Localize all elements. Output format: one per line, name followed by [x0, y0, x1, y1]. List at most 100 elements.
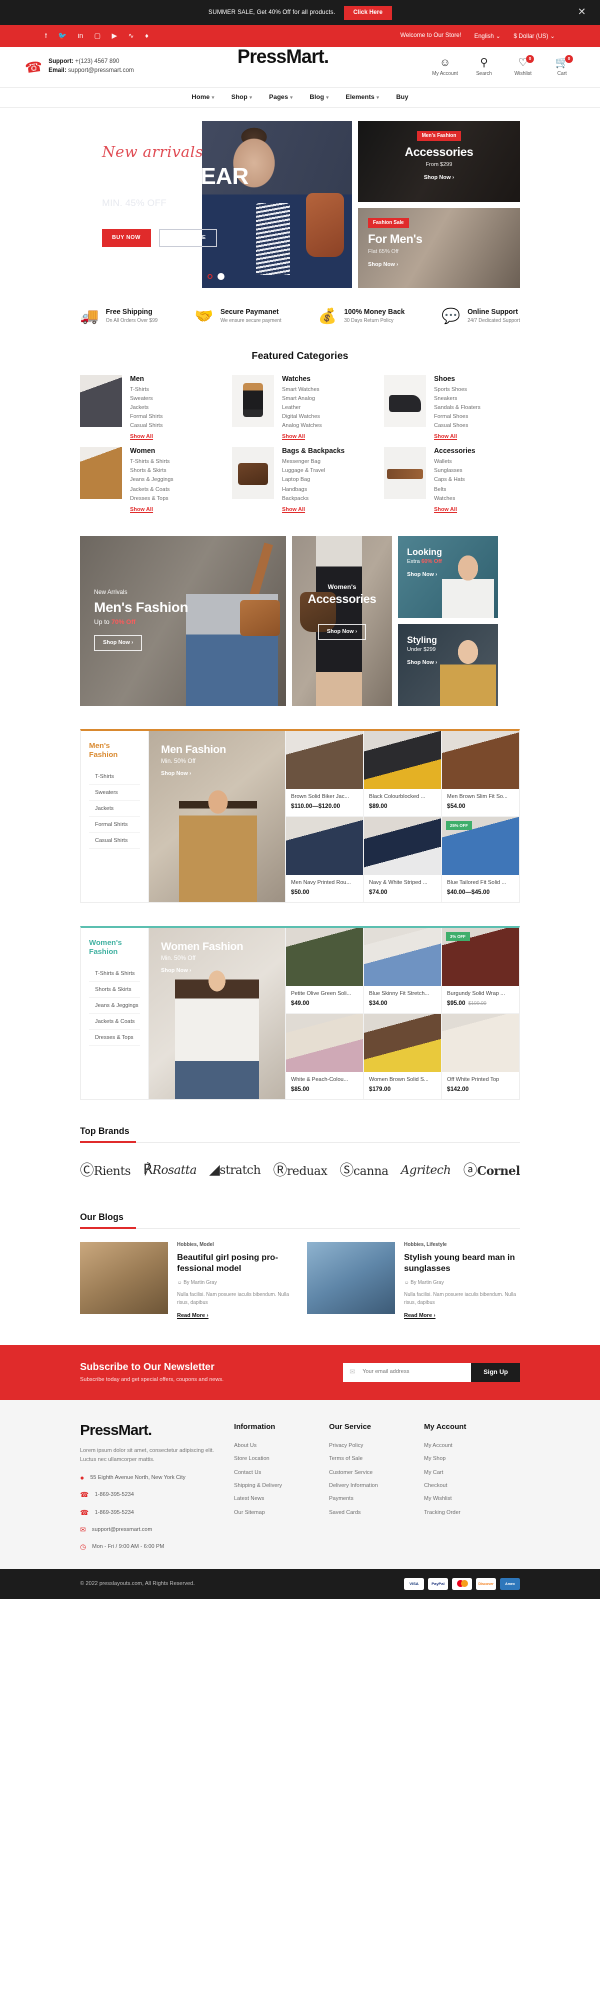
product-card[interactable]: Blue Skinny Fit Stretch... $34.00: [363, 927, 441, 1014]
tab-jeans-jeggings[interactable]: Jeans & Jeggings: [89, 998, 140, 1015]
tab-dresses-tops[interactable]: Dresses & Tops: [89, 1030, 140, 1047]
promo-mens-fashion[interactable]: New Arrivals Men's Fashion Up to 70% Off…: [80, 535, 286, 706]
blog-read-more-link[interactable]: Read More ›: [404, 1313, 520, 1319]
my-account-button[interactable]: ☺ My Account: [432, 57, 458, 77]
read-more-button[interactable]: READ MORE: [158, 229, 217, 247]
category-card-watches[interactable]: Watches Smart Watches Smart Analog Leath…: [232, 375, 368, 440]
show-all-link[interactable]: Show All: [282, 507, 345, 513]
product-card[interactable]: White & Peach-Colou... $85.00: [285, 1013, 363, 1099]
show-all-link[interactable]: Show All: [282, 434, 322, 440]
hero-side-card-accessories[interactable]: Men's Fashion Accessories From $299 Shop…: [358, 121, 520, 202]
side-card-sub: Flat 65% Off: [368, 248, 399, 255]
nav-item-home[interactable]: Home ▾: [192, 94, 215, 101]
tab-tshirts[interactable]: T-Shirts: [89, 769, 140, 786]
tab-shorts-skirts[interactable]: Shorts & Skirts: [89, 982, 140, 999]
newsletter-signup-button[interactable]: Sign Up: [471, 1362, 520, 1382]
nav-item-pages[interactable]: Pages ▾: [269, 94, 293, 101]
product-card[interactable]: Brown Solid Biker Jac... $110.00—$120.00: [285, 730, 363, 817]
mens-feature-panel[interactable]: Men Fashion Min. 50% Off Shop Now ›: [149, 730, 285, 902]
brand-logo-agritech[interactable]: Agritech: [401, 1163, 451, 1177]
feature-shop-now-link[interactable]: Shop Now ›: [161, 771, 226, 777]
product-card[interactable]: Men Navy Printed Rou... $50.00: [285, 816, 363, 902]
language-selector[interactable]: English ⌄: [474, 33, 500, 40]
show-all-link[interactable]: Show All: [130, 434, 163, 440]
nav-item-shop[interactable]: Shop ▾: [231, 94, 252, 101]
promo-shop-now-link[interactable]: Shop Now ›: [407, 572, 442, 578]
product-card[interactable]: Navy & White Striped ... $74.00: [363, 816, 441, 902]
promo-shop-now-link[interactable]: Shop Now ›: [407, 660, 437, 666]
blog-thumbnail: [307, 1241, 395, 1314]
slider-dot-2[interactable]: [217, 273, 225, 280]
brand-logo-reduax[interactable]: Ⓡreduax: [273, 1160, 327, 1180]
footer-phone-2: ☎ 1-869-395-5234: [80, 1509, 134, 1517]
category-card-accessories[interactable]: Accessories Wallets Sunglasses Caps & Ha…: [384, 447, 520, 513]
womens-feature-panel[interactable]: Women Fashion Min. 50% Off Shop Now ›: [149, 927, 285, 1099]
blog-post-card[interactable]: Hobbies, Model Beautiful girl posing pro…: [80, 1241, 293, 1319]
tab-tshirts-shirts[interactable]: T-Shirts & Shirts: [89, 966, 140, 983]
hero-side-card-formens[interactable]: Fashion Sale For Men's Flat 65% Off Shop…: [358, 207, 520, 288]
product-card[interactable]: Women Brown Solid S... $179.00: [363, 1013, 441, 1099]
tumblr-icon[interactable]: ♦: [145, 33, 149, 40]
cart-button[interactable]: 🛒 0 Cart: [549, 54, 575, 77]
slider-dot-1[interactable]: [207, 274, 213, 279]
linkedin-icon[interactable]: in: [78, 33, 83, 40]
promo-womens-accessories[interactable]: Women's Accessories Shop Now ›: [292, 535, 392, 706]
facebook-icon[interactable]: f: [45, 33, 47, 40]
product-card[interactable]: Off White Printed Top $142.00: [441, 1013, 519, 1099]
brand-logo-rients[interactable]: ⒸRients: [80, 1160, 131, 1180]
brand-logo-rosatta[interactable]: ℟Rosatta: [143, 1162, 197, 1178]
twitter-icon[interactable]: 🐦: [58, 33, 67, 40]
show-all-link[interactable]: Show All: [130, 507, 173, 513]
blog-title[interactable]: Stylish young beard man in sunglasses: [404, 1252, 520, 1275]
product-card[interactable]: Men Brown Slim Fit So... $54.00: [441, 730, 519, 817]
promo-shop-now-button[interactable]: Shop Now ›: [94, 634, 143, 651]
buy-now-button[interactable]: BUY NOW: [102, 229, 151, 247]
blog-title[interactable]: Beautiful girl posing pro-fessional mode…: [177, 1252, 293, 1275]
footer-logo[interactable]: PressMart.: [80, 1422, 234, 1439]
show-all-link[interactable]: Show All: [434, 507, 475, 513]
nav-item-elements[interactable]: Elements ▾: [346, 94, 379, 101]
tab-casual-shirts[interactable]: Casual Shirts: [89, 833, 140, 850]
site-logo[interactable]: PressMart.: [237, 47, 329, 69]
category-card-shoes[interactable]: Shoes Sports Shoes Sneakers Sandals & Fl…: [384, 375, 520, 440]
youtube-icon[interactable]: ▶: [112, 33, 117, 40]
nav-item-buy[interactable]: Buy: [396, 94, 408, 101]
side-card-cta[interactable]: Shop Now ›: [424, 175, 454, 181]
promo-styling[interactable]: Styling Under $299 Shop Now ›: [398, 623, 498, 706]
footer-email: ✉ support@pressmart.com: [80, 1526, 153, 1534]
womens-fashion-block: Women's Fashion T-Shirts & Shirts Shorts…: [80, 925, 520, 1100]
feature-shop-now-link[interactable]: Shop Now ›: [161, 968, 243, 974]
category-card-women[interactable]: Women T-Shirts & Shirts Shorts & Skirts …: [80, 447, 216, 513]
product-card[interactable]: Black Colourblocked ... $89.00: [363, 730, 441, 817]
promo-shop-now-button[interactable]: Shop Now ›: [317, 623, 367, 640]
tab-sweaters[interactable]: Sweaters: [89, 785, 140, 802]
brand-logo-cornel[interactable]: ⓐCornel: [463, 1160, 520, 1180]
product-card[interactable]: 3% OFF Burgundy Solid Wrap ... $95.00 $10…: [441, 927, 519, 1014]
mens-fashion-block: Men's Fashion T-Shirts Sweaters Jackets …: [80, 728, 520, 903]
product-card[interactable]: Petite Olive Green Soli... $49.00: [285, 927, 363, 1014]
tab-jackets[interactable]: Jackets: [89, 801, 140, 818]
brand-logo-canna[interactable]: Ⓢcanna: [340, 1160, 389, 1180]
close-icon[interactable]: ✕: [578, 7, 586, 18]
search-button[interactable]: ⚲ Search: [471, 57, 497, 77]
tab-jackets-coats[interactable]: Jackets & Coats: [89, 1014, 140, 1031]
category-card-bags[interactable]: Bags & Backpacks Messenger Bag Luggage &…: [232, 447, 368, 513]
blog-excerpt: Nulla facilisi. Nam posuere iaculis bibe…: [404, 1291, 516, 1306]
wishlist-button[interactable]: ♡ 0 Wishlist: [510, 54, 536, 77]
instagram-icon[interactable]: ▢: [94, 33, 101, 40]
tab-formal-shirts[interactable]: Formal Shirts: [89, 817, 140, 834]
nav-item-blog[interactable]: Blog ▾: [310, 94, 329, 101]
brand-logo-stratch[interactable]: ◢stratch: [209, 1162, 261, 1178]
blog-post-card[interactable]: Hobbies, Lifestyle Stylish young beard m…: [307, 1241, 520, 1319]
side-card-cta[interactable]: Shop Now ›: [368, 262, 398, 268]
promo-looking[interactable]: Looking Extra 60% Off Shop Now ›: [398, 535, 498, 618]
show-all-link[interactable]: Show All: [434, 434, 480, 440]
currency-selector[interactable]: $ Dollar (US) ⌄: [514, 33, 555, 40]
category-card-men[interactable]: Men T-Shirts Sweaters Jackets Formal Shi…: [80, 375, 216, 440]
announcement-cta-button[interactable]: Click Here: [344, 5, 392, 20]
promo-model-image: [442, 545, 494, 618]
newsletter-email-input[interactable]: [343, 1362, 472, 1382]
product-card[interactable]: 25% OFF Blue Tailored Fit Solid ... $40.…: [441, 816, 519, 902]
rss-icon[interactable]: ∿: [128, 33, 134, 40]
blog-read-more-link[interactable]: Read More ›: [177, 1313, 293, 1319]
